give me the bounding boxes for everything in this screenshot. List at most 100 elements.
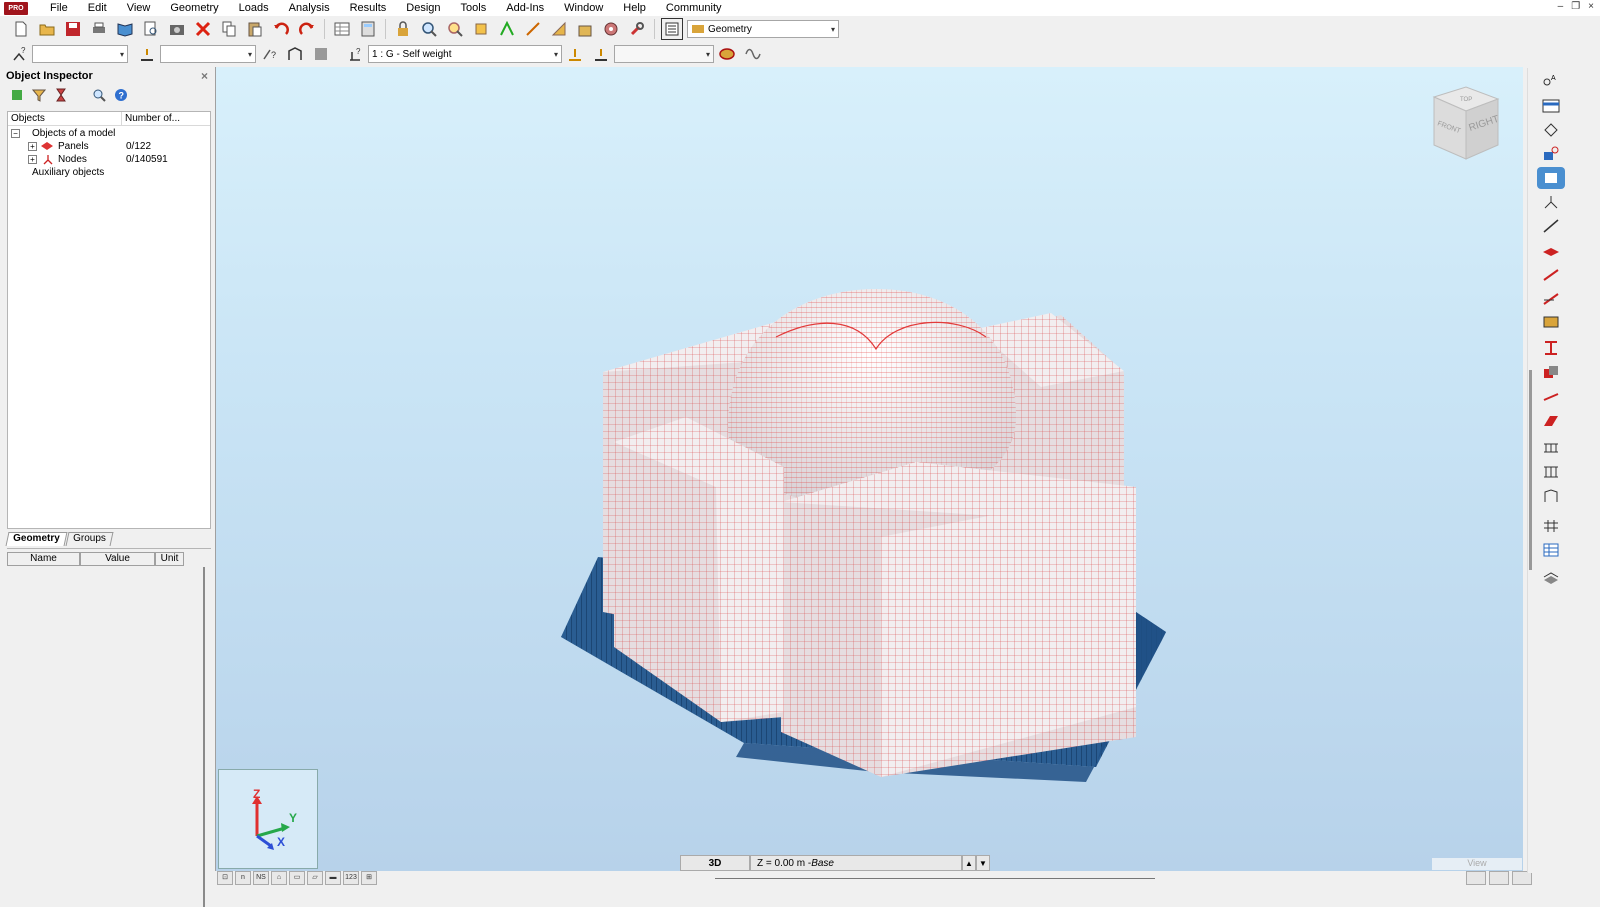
slab-tool-button[interactable] — [1541, 241, 1561, 259]
minimize-button[interactable]: – — [1558, 1, 1564, 12]
col-name-header[interactable]: Name — [7, 552, 80, 566]
menu-loads[interactable]: Loads — [229, 0, 279, 16]
menu-community[interactable]: Community — [656, 0, 732, 16]
load-case-button[interactable]: ? — [344, 43, 366, 65]
active-panel-tool[interactable] — [1537, 167, 1565, 189]
print-button[interactable] — [88, 18, 110, 40]
section-tool-button[interactable] — [1541, 339, 1561, 357]
settings-gear-button[interactable] — [600, 18, 622, 40]
filter-list-icon[interactable] — [10, 88, 24, 102]
undo-button[interactable] — [270, 18, 292, 40]
node-select-button[interactable]: ? — [8, 43, 30, 65]
menu-tools[interactable]: Tools — [451, 0, 497, 16]
menu-results[interactable]: Results — [340, 0, 397, 16]
menu-edit[interactable]: Edit — [78, 0, 117, 16]
load-select-button[interactable] — [590, 43, 612, 65]
frame-tool-button[interactable] — [1541, 487, 1561, 505]
tools-button[interactable] — [626, 18, 648, 40]
hourglass-icon[interactable] — [54, 88, 68, 102]
3d-viewport[interactable]: TOP FRONT RIGHT Z Y X — [215, 67, 1523, 871]
vertical-scrollbar-thumb[interactable] — [1529, 370, 1532, 570]
bottom-tool-values[interactable]: 123 — [343, 871, 359, 885]
expand-icon[interactable]: + — [28, 142, 37, 151]
node-tool-button[interactable]: A — [1541, 71, 1561, 89]
horizontal-scrollbar[interactable] — [715, 878, 1155, 879]
tree-row-nodes[interactable]: + Nodes 0/140591 — [8, 153, 210, 166]
help-icon[interactable]: ? — [114, 88, 128, 102]
ruler-button[interactable] — [548, 18, 570, 40]
col-objects-header[interactable]: Objects — [8, 112, 122, 125]
menu-file[interactable]: File — [28, 0, 78, 16]
tree-row-auxiliary[interactable]: Auxiliary objects — [8, 166, 210, 179]
nodes-bars-button[interactable] — [496, 18, 518, 40]
menu-help[interactable]: Help — [613, 0, 656, 16]
beam-tool-button[interactable] — [1541, 265, 1561, 283]
tree-row-root[interactable]: − Objects of a model — [8, 127, 210, 140]
grid-tool-button[interactable] — [1541, 517, 1561, 535]
bar-select-button[interactable] — [136, 43, 158, 65]
bottom-tool-grid[interactable]: ⊞ — [361, 871, 377, 885]
view-cube[interactable]: TOP FRONT RIGHT — [1426, 85, 1506, 165]
pen-tool-button[interactable] — [1466, 871, 1486, 885]
results-display-button[interactable] — [716, 43, 738, 65]
panel-tool-button[interactable] — [1541, 145, 1561, 163]
redo-button[interactable] — [296, 18, 318, 40]
calculator-button[interactable] — [357, 18, 379, 40]
bottom-tool-numbers[interactable]: n — [235, 871, 251, 885]
close-button[interactable]: × — [1588, 1, 1594, 12]
tab-groups[interactable]: Groups — [65, 532, 113, 546]
tab-geometry[interactable]: Geometry — [5, 532, 68, 546]
delete-button[interactable] — [192, 18, 214, 40]
bottom-tool-sections[interactable]: ▱ — [307, 871, 323, 885]
dimension-button[interactable] — [522, 18, 544, 40]
menu-geometry[interactable]: Geometry — [160, 0, 228, 16]
menu-analysis[interactable]: Analysis — [279, 0, 340, 16]
work-plane-field[interactable]: Z = 0.00 m - Base — [750, 855, 962, 871]
cladding-tool-button[interactable] — [1541, 439, 1561, 457]
tree-row-panels[interactable]: + Panels 0/122 — [8, 140, 210, 153]
bottom-tool-ns[interactable]: NS — [253, 871, 269, 885]
support-tool-button[interactable] — [1541, 193, 1561, 211]
level-up-button[interactable]: ▲ — [962, 855, 976, 871]
bottom-tool-nodes[interactable]: ⊡ — [217, 871, 233, 885]
filter-icon[interactable] — [32, 88, 46, 102]
panel-view-button[interactable] — [310, 43, 332, 65]
wall-tool-button[interactable] — [1541, 313, 1561, 331]
inspector-close-icon[interactable]: × — [201, 69, 208, 83]
bottom-tool-bars[interactable]: ▬ — [325, 871, 341, 885]
view-mode-label[interactable]: 3D — [680, 855, 750, 871]
table-button[interactable] — [331, 18, 353, 40]
selection-help-button[interactable]: ? — [258, 43, 280, 65]
col-value-header[interactable]: Value — [80, 552, 155, 566]
col-unit-header[interactable]: Unit — [155, 552, 184, 566]
menu-design[interactable]: Design — [396, 0, 450, 16]
structure-model-view[interactable] — [216, 67, 1523, 871]
mode-combo[interactable]: ▾ — [614, 45, 714, 63]
layout-selector-button[interactable] — [661, 18, 683, 40]
table-tool-button[interactable] — [1541, 541, 1561, 559]
search-icon[interactable] — [92, 88, 106, 102]
bar-selection-combo[interactable]: ▾ — [160, 45, 256, 63]
print-preview-button[interactable] — [140, 18, 162, 40]
save-button[interactable] — [62, 18, 84, 40]
release-tool-button[interactable] — [1541, 387, 1561, 405]
node-selection-combo[interactable]: ▾ — [32, 45, 128, 63]
menu-add-ins[interactable]: Add-Ins — [496, 0, 554, 16]
material-tool-button[interactable] — [1541, 363, 1561, 381]
properties-scrollbar[interactable] — [203, 567, 205, 907]
nodes-table-button[interactable] — [1541, 97, 1561, 115]
bottom-tool-panels[interactable]: ▭ — [289, 871, 305, 885]
structure-view-button[interactable] — [284, 43, 306, 65]
zoom-button[interactable] — [418, 18, 440, 40]
building-button[interactable] — [574, 18, 596, 40]
bar-tool-button[interactable] — [1541, 217, 1561, 235]
level-down-button[interactable]: ▼ — [976, 855, 990, 871]
lock-button[interactable] — [392, 18, 414, 40]
contour-button[interactable] — [1541, 121, 1561, 139]
menu-view[interactable]: View — [117, 0, 161, 16]
structure-model-button[interactable] — [470, 18, 492, 40]
screen-capture-button[interactable] — [166, 18, 188, 40]
col-number-header[interactable]: Number of... — [122, 112, 183, 125]
load-display-button[interactable] — [564, 43, 586, 65]
paste-button[interactable] — [244, 18, 266, 40]
